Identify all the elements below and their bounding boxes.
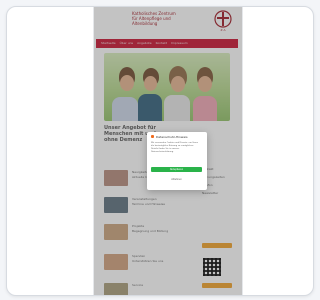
screenshot-card: Katholisches Zentrum für Altenpflege und… xyxy=(6,6,314,296)
dialog-text: Wir verwenden Cookies und Dienste, um Ih… xyxy=(151,142,199,153)
website-screenshot: Katholisches Zentrum für Altenpflege und… xyxy=(93,7,243,295)
dialog-brand-icon xyxy=(151,135,154,138)
dialog-title: Datenschutz-Hinweis xyxy=(156,135,188,139)
deny-button[interactable]: Ablehnen xyxy=(151,177,202,182)
cookie-consent-dialog: Datenschutz-Hinweis Wir verwenden Cookie… xyxy=(147,132,207,190)
accept-button[interactable]: Akzeptieren xyxy=(151,167,202,172)
